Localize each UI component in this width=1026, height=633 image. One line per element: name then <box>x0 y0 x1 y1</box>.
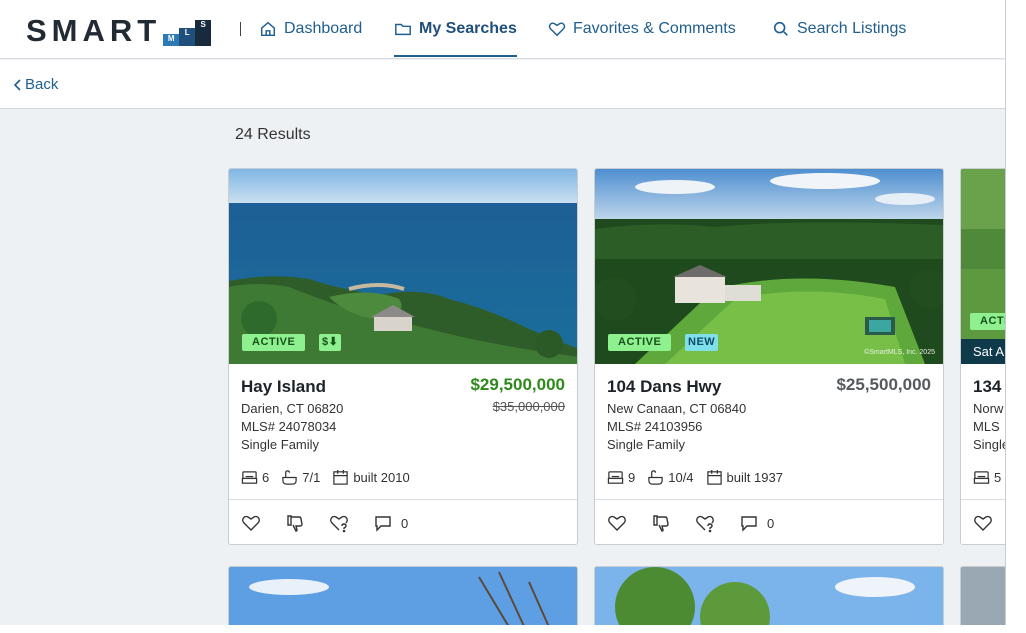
listing-property-type: Single Family <box>607 437 686 452</box>
beds-stat: 9 <box>607 469 635 486</box>
baths-stat: 7/1 <box>281 469 320 486</box>
listing-price: $29,500,000 <box>470 375 565 394</box>
price-drop-badge: $⬇ <box>319 334 342 351</box>
thumbs-down-icon[interactable] <box>651 513 671 533</box>
listing-card-next-row[interactable] <box>594 566 944 625</box>
logo-mls-mark: M L S <box>163 20 212 46</box>
listing-title[interactable]: Hay Island <box>241 377 326 397</box>
baths-stat: 10/4 <box>647 469 694 486</box>
photo-watermark: ©SmartMLS, Inc. 2025 <box>864 349 935 356</box>
favorite-heart-icon[interactable] <box>607 513 627 533</box>
card-actions <box>961 499 1005 544</box>
year-built-stat: built 2010 <box>332 469 410 486</box>
beds-stat: 5 <box>973 469 1001 486</box>
listing-title[interactable]: 134 <box>973 377 1001 397</box>
smartmls-logo[interactable]: SMART M L S <box>26 13 212 48</box>
listing-price: $25,500,000 <box>836 375 931 394</box>
listing-photo[interactable] <box>961 169 1005 364</box>
favorite-heart-icon[interactable] <box>973 513 993 533</box>
calendar-icon <box>333 469 349 485</box>
bed-icon <box>973 471 990 484</box>
house-photo <box>961 169 1005 364</box>
back-bar: Back <box>0 60 1005 109</box>
logo-text: SMART <box>26 13 162 48</box>
new-badge: NEW <box>685 334 719 351</box>
listing-location: Norw <box>973 401 1004 416</box>
comments-button[interactable]: 0 <box>739 513 774 533</box>
nav-dashboard[interactable]: Dashboard <box>259 0 362 57</box>
chevron-left-icon <box>14 78 21 91</box>
nav-search-listings-label: Search Listings <box>797 19 907 37</box>
listing-card-next-row[interactable] <box>960 566 1005 625</box>
logo-divider <box>240 22 241 36</box>
top-nav: SMART M L S Dashboard My Searches Favori… <box>0 0 1005 59</box>
listing-title[interactable]: 104 Dans Hwy <box>607 377 721 397</box>
comments-button[interactable]: 0 <box>373 513 408 533</box>
search-icon <box>773 21 788 36</box>
beds-stat: 6 <box>241 469 269 486</box>
back-label: Back <box>25 76 59 93</box>
nav-my-searches-label: My Searches <box>419 19 517 37</box>
comment-icon <box>375 516 391 532</box>
listing-photo-partial <box>595 567 943 625</box>
listing-location: Darien, CT 06820 <box>241 401 344 416</box>
status-badge: ACTIVE <box>608 334 672 351</box>
listing-card[interactable]: ACTIVE $⬇ Hay Island $29,500,000 $35,000… <box>228 168 578 545</box>
bed-icon <box>241 471 258 484</box>
listing-card-next-row[interactable] <box>228 566 578 625</box>
listing-mls-number: MLS <box>973 419 1000 434</box>
bathtub-icon <box>648 470 663 485</box>
results-count: 24 Results <box>235 126 311 143</box>
comment-count: 0 <box>767 515 775 531</box>
listing-mls-number: MLS# 24078034 <box>241 419 337 434</box>
heart-question-icon[interactable] <box>329 513 349 533</box>
status-badge: ACTI <box>970 313 1005 330</box>
back-link[interactable]: Back <box>14 76 58 93</box>
listing-stats: 6 7/1 built 2010 <box>241 469 410 486</box>
nav-favorites-label: Favorites & Comments <box>573 19 736 37</box>
favorite-heart-icon[interactable] <box>241 513 261 533</box>
app-window: SMART M L S Dashboard My Searches Favori… <box>0 0 1006 625</box>
open-house-banner: Sat Au <box>961 339 1005 364</box>
listing-property-type: Single <box>973 437 1006 452</box>
heart-icon <box>548 21 566 36</box>
nav-favorites[interactable]: Favorites & Comments <box>548 0 736 57</box>
bathtub-icon <box>282 470 297 485</box>
year-built-stat: built 1937 <box>706 469 783 486</box>
listing-stats: 9 10/4 built 1937 <box>607 469 783 486</box>
listing-location: New Canaan, CT 06840 <box>607 401 747 416</box>
calendar-icon <box>706 469 722 485</box>
nav-my-searches[interactable]: My Searches <box>394 0 517 57</box>
folder-icon <box>395 23 411 35</box>
nav-dashboard-label: Dashboard <box>284 19 363 37</box>
thumbs-down-icon[interactable] <box>285 513 305 533</box>
comment-icon <box>741 516 757 532</box>
listing-stats: 5 <box>973 469 1001 486</box>
listing-card[interactable]: ACTIVE NEW ©SmartMLS, Inc. 2025 104 Dans… <box>594 168 944 545</box>
listing-card[interactable]: ACTI Sat Au 134 Norw MLS Single 5 <box>960 168 1006 545</box>
card-actions: 0 <box>229 499 577 544</box>
listing-property-type: Single Family <box>241 437 320 452</box>
card-actions: 0 <box>595 499 943 544</box>
listing-mls-number: MLS# 24103956 <box>607 419 703 434</box>
comment-count: 0 <box>401 515 409 531</box>
heart-question-icon[interactable] <box>695 513 715 533</box>
status-badge: ACTIVE <box>242 334 306 351</box>
bed-icon <box>607 471 624 484</box>
original-price: $35,000,000 <box>492 399 565 414</box>
listing-photo-partial <box>229 567 577 625</box>
nav-search-listings[interactable]: Search Listings <box>772 0 906 57</box>
home-icon <box>260 21 276 36</box>
